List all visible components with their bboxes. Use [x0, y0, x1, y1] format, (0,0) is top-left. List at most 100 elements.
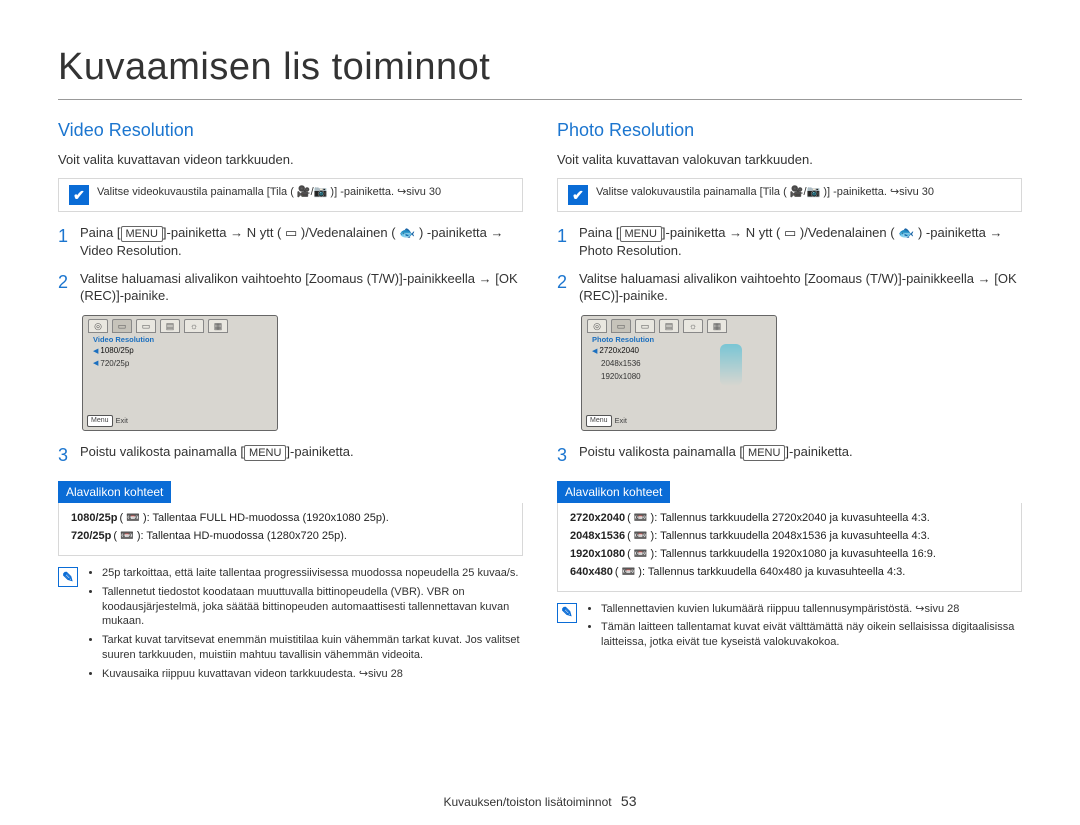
step-text: ]-painikkeella → [ — [399, 271, 499, 286]
submenu-item-key: 720/25p — [71, 529, 111, 544]
step-1: 1 Paina [MENU]-painiketta → N ytt ( ▭ )/… — [58, 224, 523, 260]
step-2: 2 Valitse haluamasi alivalikon vaihtoeht… — [58, 270, 523, 305]
section-intro: Voit valita kuvattavan valokuvan tarkkuu… — [557, 151, 1022, 169]
notes-box: ✎ Tallennettavien kuvien lukumäärä riipp… — [557, 602, 1022, 655]
submenu-header: Alavalikon kohteet — [58, 481, 171, 503]
tip-text: Valitse videokuvaustila painamalla [Tila… — [97, 185, 441, 199]
note-icon: ✎ — [557, 603, 577, 623]
note-icon: ✎ — [58, 567, 78, 587]
lcd-tab-icon: ◎ — [88, 319, 108, 333]
submenu-items: 1080/25p( 📼 ): Tallentaa FULL HD-muodoss… — [58, 503, 523, 556]
check-icon: ✔ — [69, 185, 89, 205]
lcd-tab-icon: ▤ — [659, 319, 679, 333]
step-text: Poistu valikosta painamalla [ — [80, 444, 244, 459]
photo-resolution-column: Photo Resolution Voit valita kuvattavan … — [557, 118, 1022, 686]
lcd-exit: MenuExit — [586, 415, 627, 427]
submenu-item-desc: ( 📼 ): Tallennus tarkkuudella 2048x1536 … — [627, 529, 930, 544]
lcd-tabbar: ◎ ▭ ▭ ▤ ☼ ▦ — [83, 316, 277, 333]
zoom-key: Zoomaus (T/W) — [808, 271, 898, 286]
step-number: 2 — [557, 270, 579, 305]
notes-list: 25p tarkoittaa, että laite tallentaa pro… — [86, 566, 523, 686]
tip-text: Valitse valokuvaustila painamalla [Tila … — [596, 185, 934, 199]
step-text: ]-painike. — [615, 288, 668, 303]
menu-key: MENU — [743, 445, 785, 461]
selected-icon: ◀ — [592, 347, 597, 356]
footer: Kuvauksen/toiston lisätoiminnot 53 — [0, 792, 1080, 811]
video-resolution-column: Video Resolution Voit valita kuvattavan … — [58, 118, 523, 686]
lcd-title: Photo Resolution — [582, 333, 776, 345]
lcd-tab-icon: ▭ — [136, 319, 156, 333]
menu-key: MENU — [121, 226, 163, 242]
lcd-tab-icon: ▭ — [112, 319, 132, 333]
tip-box: ✔ Valitse videokuvaustila painamalla [Ti… — [58, 178, 523, 212]
check-icon: ✔ — [568, 185, 588, 205]
step-1: 1 Paina [MENU]-painiketta → N ytt ( ▭ )/… — [557, 224, 1022, 260]
notes-box: ✎ 25p tarkoittaa, että laite tallentaa p… — [58, 566, 523, 686]
step-3: 3 Poistu valikosta painamalla [MENU]-pai… — [58, 443, 523, 467]
lcd-tab-icon: ▭ — [611, 319, 631, 333]
menu-key-icon: Menu — [586, 415, 612, 427]
lcd-tab-icon: ◎ — [587, 319, 607, 333]
step-number: 2 — [58, 270, 80, 305]
lcd-mock-video: ◎ ▭ ▭ ▤ ☼ ▦ Video Resolution ◀1080/25p ◀… — [82, 315, 278, 431]
submenu-item-key: 640x480 — [570, 565, 613, 580]
step-text: Paina — [579, 225, 616, 240]
submenu-item-key: 2720x2040 — [570, 511, 625, 526]
lcd-option: 2048x1536 — [582, 358, 776, 371]
lcd-tab-icon: ▭ — [635, 319, 655, 333]
selected-icon: ◀ — [93, 347, 98, 356]
section-intro: Voit valita kuvattavan videon tarkkuuden… — [58, 151, 523, 169]
step-text: ]-painikkeella → [ — [898, 271, 998, 286]
note-item: Tallennettavien kuvien lukumäärä riippuu… — [601, 602, 1022, 617]
section-heading: Video Resolution — [58, 118, 523, 142]
lcd-option: ◀1080/25p — [83, 345, 277, 358]
step-2: 2 Valitse haluamasi alivalikon vaihtoeht… — [557, 270, 1022, 305]
lcd-tab-icon: ▤ — [160, 319, 180, 333]
lcd-tab-icon: ▦ — [208, 319, 228, 333]
submenu-item-desc: ( 📼 ): Tallennus tarkkuudella 1920x1080 … — [627, 547, 936, 562]
step-text: ]-painiketta. — [785, 444, 852, 459]
step-number: 3 — [58, 443, 80, 467]
menu-key-icon: Menu — [87, 415, 113, 427]
step-number: 1 — [58, 224, 80, 260]
step-text: Poistu valikosta painamalla [ — [579, 444, 743, 459]
selected-icon: ◀ — [93, 359, 98, 368]
step-text: Valitse haluamasi alivalikon vaihtoehto … — [579, 271, 808, 286]
note-item: Tallennetut tiedostot koodataan muuttuva… — [102, 585, 523, 630]
footer-section: Kuvauksen/toiston lisätoiminnot — [443, 795, 611, 809]
step-number: 3 — [557, 443, 579, 467]
lcd-option: ◀720/25p — [83, 358, 277, 371]
note-item: Tarkat kuvat tarvitsevat enemmän muistit… — [102, 633, 523, 663]
notes-list: Tallennettavien kuvien lukumäärä riippuu… — [585, 602, 1022, 655]
lcd-tabbar: ◎ ▭ ▭ ▤ ☼ ▦ — [582, 316, 776, 333]
submenu-items: 2720x2040( 📼 ): Tallennus tarkkuudella 2… — [557, 503, 1022, 591]
submenu-item-key: 1920x1080 — [570, 547, 625, 562]
menu-key: MENU — [244, 445, 286, 461]
lcd-tab-icon: ☼ — [184, 319, 204, 333]
lcd-title: Video Resolution — [83, 333, 277, 345]
step-text: Paina — [80, 225, 117, 240]
step-3: 3 Poistu valikosta painamalla [MENU]-pai… — [557, 443, 1022, 467]
submenu-item-desc: ( 📼 ): Tallennus tarkkuudella 2720x2040 … — [627, 511, 930, 526]
lcd-exit: MenuExit — [87, 415, 128, 427]
lcd-option: 1920x1080 — [582, 371, 776, 384]
submenu-item-desc: ( 📼 ): Tallennus tarkkuudella 640x480 ja… — [615, 565, 906, 580]
submenu-item-key: 2048x1536 — [570, 529, 625, 544]
submenu-item-key: 1080/25p — [71, 511, 117, 526]
lcd-highlight-gradient — [720, 344, 742, 386]
lcd-mock-photo: ◎ ▭ ▭ ▤ ☼ ▦ Photo Resolution ◀2720x2040 … — [581, 315, 777, 431]
menu-key: MENU — [620, 226, 662, 242]
page-number: 53 — [621, 793, 637, 809]
note-item: 25p tarkoittaa, että laite tallentaa pro… — [102, 566, 523, 581]
section-heading: Photo Resolution — [557, 118, 1022, 142]
lcd-option: ◀2720x2040 — [582, 345, 776, 358]
lcd-tab-icon: ▦ — [707, 319, 727, 333]
submenu-item-desc: ( 📼 ): Tallentaa HD-muodossa (1280x720 2… — [113, 529, 347, 544]
step-text: Valitse haluamasi alivalikon vaihtoehto … — [80, 271, 309, 286]
submenu-item-desc: ( 📼 ): Tallentaa FULL HD-muodossa (1920x… — [119, 511, 388, 526]
submenu-header: Alavalikon kohteet — [557, 481, 670, 503]
lcd-tab-icon: ☼ — [683, 319, 703, 333]
page-title: Kuvaamisen lis toiminnot — [58, 42, 1022, 100]
zoom-key: Zoomaus (T/W) — [309, 271, 399, 286]
step-text: ]-painiketta. — [286, 444, 353, 459]
